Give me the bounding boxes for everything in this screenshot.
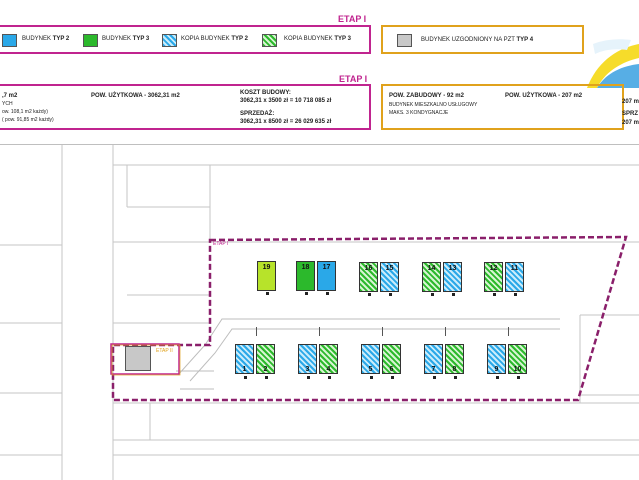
- entry-marker: [266, 292, 269, 295]
- entry-marker: [391, 376, 394, 379]
- typ4-opis-line2: MAKS. 3 KONDYGNACJE: [389, 110, 449, 116]
- entry-marker: [244, 376, 247, 379]
- entry-marker: [305, 292, 308, 295]
- driveway-stub: [319, 327, 320, 336]
- driveway-stub: [256, 327, 257, 336]
- etap1-site-label: ETAP I: [213, 241, 229, 247]
- building-4: 4: [319, 344, 338, 374]
- pow-uzytkowa-etap1: POW. UŻYTKOWA - 3062,31 m2: [91, 93, 180, 99]
- info-typ4-box: POW. ZABUDOWY - 92 m2 POW. UŻYTKOWA - 20…: [381, 84, 624, 130]
- koszt-budowy-value: 3062,31 x 3500 zł = 10 718 085 zł: [240, 98, 332, 104]
- building-18: 18: [296, 261, 315, 291]
- info-etap-title: ETAP I: [339, 74, 368, 84]
- building-11: 11: [505, 262, 524, 292]
- info-line-ych: YCH: [2, 101, 13, 107]
- driveway-stub: [445, 327, 446, 336]
- pow-zabudowy-typ4: POW. ZABUDOWY - 92 m2: [389, 93, 464, 99]
- legend-swatch-typ4: [397, 34, 412, 47]
- building-8: 8: [445, 344, 464, 374]
- legend-swatch-copy-typ3: [262, 34, 277, 47]
- building-9: 9: [487, 344, 506, 374]
- building-16: 16: [359, 262, 378, 292]
- building-12: 12: [484, 262, 503, 292]
- logo-graphic: [587, 39, 639, 88]
- legend-swatch-typ3: [83, 34, 98, 47]
- entry-marker: [517, 376, 520, 379]
- entry-marker: [431, 293, 434, 296]
- legend-swatch-copy-typ2: [162, 34, 177, 47]
- building-6: 6: [382, 344, 401, 374]
- entry-marker: [452, 293, 455, 296]
- entry-marker: [265, 376, 268, 379]
- info-line-typ2-area: ow. 108,1 m2 każdy): [2, 109, 48, 115]
- pow-uzytkowa-typ4: POW. UŻYTKOWA - 207 m2: [505, 93, 583, 99]
- building-2: 2: [256, 344, 275, 374]
- building-7: 7: [424, 344, 443, 374]
- entry-marker: [368, 293, 371, 296]
- typ4-right-line2: SPRZ: [622, 111, 639, 117]
- entry-marker: [326, 292, 329, 295]
- entry-marker: [493, 293, 496, 296]
- building-1: 1: [235, 344, 254, 374]
- legend-label-copy-typ3: KOPIA BUDYNEK TYP 3: [284, 36, 351, 42]
- typ4-right-line3: 207 m: [622, 120, 639, 126]
- building-17: 17: [317, 261, 336, 291]
- entry-marker: [328, 376, 331, 379]
- info-etap1-box: ,7 m2 YCH ow. 108,1 m2 każdy) ( pow. 91,…: [0, 84, 371, 130]
- legend-etap-title: ETAP I: [338, 14, 367, 24]
- legend-label-typ4: BUDYNEK UZGODNIONY NA PZT TYP 4: [421, 37, 534, 43]
- entry-marker: [514, 293, 517, 296]
- info-line-typ3-area: ( pow. 91,85 m2 każdy): [2, 117, 54, 123]
- legend-etap1-box: BUDYNEK TYP 2 BUDYNEK TYP 3 KOPIA BUDYNE…: [0, 25, 371, 54]
- legend-label-typ2: BUDYNEK TYP 2: [22, 36, 70, 42]
- building-13: 13: [443, 262, 462, 292]
- sprzedaz-value: 3062,31 x 8500 zł = 26 029 635 zł: [240, 119, 332, 125]
- driveway-stub: [508, 327, 509, 336]
- entry-marker: [370, 376, 373, 379]
- legend-pzt-box: BUDYNEK UZGODNIONY NA PZT TYP 4: [381, 25, 584, 54]
- etap2-building-typ4: [125, 346, 151, 371]
- driveway-stub: [382, 327, 383, 336]
- building-10: 10: [508, 344, 527, 374]
- legend-swatch-typ2: [2, 34, 17, 47]
- sprzedaz-title: SPRZEDAŻ:: [240, 111, 275, 117]
- building-5: 5: [361, 344, 380, 374]
- building-14: 14: [422, 262, 441, 292]
- entry-marker: [389, 293, 392, 296]
- building-19: 19: [257, 261, 276, 291]
- typ4-opis-line1: BUDYNEK MIESZKALNO USŁUGOWY: [389, 102, 478, 108]
- koszt-budowy-title: KOSZT BUDOWY:: [240, 90, 291, 96]
- entry-marker: [433, 376, 436, 379]
- entry-marker: [496, 376, 499, 379]
- entry-marker: [454, 376, 457, 379]
- etap2-site-label: ETAP II: [156, 348, 173, 354]
- building-3: 3: [298, 344, 317, 374]
- legend-label-copy-typ2: KOPIA BUDYNEK TYP 2: [181, 36, 248, 42]
- building-15: 15: [380, 262, 399, 292]
- typ4-right-line1: 207 m: [622, 99, 639, 105]
- entry-marker: [307, 376, 310, 379]
- legend-label-typ3: BUDYNEK TYP 3: [102, 36, 150, 42]
- pow-zabudowy-fragment: ,7 m2: [2, 93, 18, 99]
- site-plan: [0, 145, 639, 480]
